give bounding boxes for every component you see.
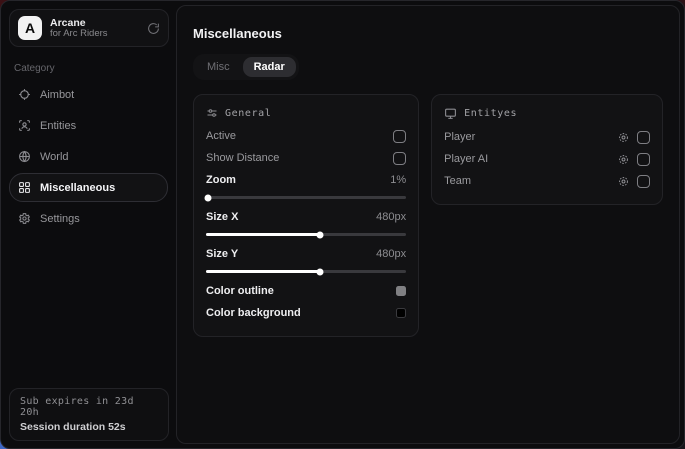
sliders-icon xyxy=(206,107,218,119)
show-distance-checkbox[interactable] xyxy=(393,152,406,165)
panel-general-header: General xyxy=(206,107,406,119)
row-player: Player xyxy=(444,126,650,148)
sidebar-item-label: World xyxy=(40,151,69,163)
slider-thumb[interactable] xyxy=(205,194,212,201)
row-label: Size X xyxy=(206,211,238,223)
zoom-slider[interactable] xyxy=(206,192,406,202)
sidebar-item-world[interactable]: World xyxy=(9,142,168,171)
sub-expires-text: Sub expires in 23d 20h xyxy=(20,396,158,418)
app-meta: Arcane for Arc Riders xyxy=(50,17,139,40)
main-content: Miscellaneous Misc Radar General Active xyxy=(176,5,680,444)
row-label: Player xyxy=(444,131,475,143)
monitor-icon xyxy=(444,107,457,120)
app-subtitle: for Arc Riders xyxy=(50,29,139,40)
gear-icon xyxy=(17,212,31,225)
app-name: Arcane xyxy=(50,17,139,29)
sidebar-item-settings[interactable]: Settings xyxy=(9,204,168,233)
subscription-info-card: Sub expires in 23d 20h Session duration … xyxy=(9,388,169,441)
active-checkbox[interactable] xyxy=(393,130,406,143)
row-label: Zoom xyxy=(206,174,236,186)
row-label: Show Distance xyxy=(206,152,279,164)
row-zoom: Zoom 1% xyxy=(206,169,406,191)
category-label: Category xyxy=(14,63,176,74)
grid-icon xyxy=(17,181,31,194)
session-duration-text: Session duration 52s xyxy=(20,421,158,433)
sidebar-item-label: Entities xyxy=(40,120,76,132)
app-header-card: A Arcane for Arc Riders xyxy=(9,9,169,47)
tab-bar: Misc Radar xyxy=(193,54,299,80)
row-label: Player AI xyxy=(444,153,488,165)
tab-radar[interactable]: Radar xyxy=(243,57,296,77)
player-ai-settings-gear-icon[interactable] xyxy=(618,154,629,165)
row-show-distance: Show Distance xyxy=(206,147,406,169)
row-active: Active xyxy=(206,125,406,147)
sidebar-nav: Aimbot Entities Wo xyxy=(1,80,176,233)
sidebar: A Arcane for Arc Riders Category xyxy=(1,1,176,448)
app-logo: A xyxy=(18,16,42,40)
row-color-background: Color background xyxy=(206,302,406,324)
size-y-slider[interactable] xyxy=(206,266,406,276)
panel-title: Entityes xyxy=(464,108,517,119)
sidebar-item-entities[interactable]: Entities xyxy=(9,111,168,140)
globe-icon xyxy=(17,150,31,163)
scan-person-icon xyxy=(17,119,31,132)
player-ai-checkbox[interactable] xyxy=(637,153,650,166)
panel-entities: Entityes Player Player AI xyxy=(431,94,663,205)
team-settings-gear-icon[interactable] xyxy=(618,176,629,187)
panel-title: General xyxy=(225,108,271,119)
row-label: Active xyxy=(206,130,236,142)
color-outline-swatch[interactable] xyxy=(396,286,406,296)
row-label: Color background xyxy=(206,307,301,319)
row-label: Size Y xyxy=(206,248,238,260)
zoom-value: 1% xyxy=(390,174,406,186)
player-checkbox[interactable] xyxy=(637,131,650,144)
slider-thumb[interactable] xyxy=(317,231,324,238)
sidebar-item-label: Miscellaneous xyxy=(40,182,115,194)
panels: General Active Show Distance Zoom 1% xyxy=(193,94,663,337)
panel-general: General Active Show Distance Zoom 1% xyxy=(193,94,419,337)
color-background-swatch[interactable] xyxy=(396,308,406,318)
crosshair-icon xyxy=(17,88,31,101)
app-window: A Arcane for Arc Riders Category xyxy=(0,0,685,449)
row-label: Team xyxy=(444,175,471,187)
team-checkbox[interactable] xyxy=(637,175,650,188)
row-team: Team xyxy=(444,170,650,192)
tab-misc[interactable]: Misc xyxy=(196,57,241,77)
slider-thumb[interactable] xyxy=(317,268,324,275)
refresh-icon[interactable] xyxy=(147,22,160,35)
sidebar-item-label: Aimbot xyxy=(40,89,74,101)
panel-entities-header: Entityes xyxy=(444,107,650,120)
row-player-ai: Player AI xyxy=(444,148,650,170)
size-x-slider[interactable] xyxy=(206,229,406,239)
sidebar-item-miscellaneous[interactable]: Miscellaneous xyxy=(9,173,168,202)
sidebar-item-label: Settings xyxy=(40,213,80,225)
size-x-value: 480px xyxy=(376,211,406,223)
size-y-value: 480px xyxy=(376,248,406,260)
row-label: Color outline xyxy=(206,285,274,297)
row-size-y: Size Y 480px xyxy=(206,243,406,265)
row-color-outline: Color outline xyxy=(206,280,406,302)
row-size-x: Size X 480px xyxy=(206,206,406,228)
sidebar-item-aimbot[interactable]: Aimbot xyxy=(9,80,168,109)
player-settings-gear-icon[interactable] xyxy=(618,132,629,143)
page-title: Miscellaneous xyxy=(193,26,663,41)
